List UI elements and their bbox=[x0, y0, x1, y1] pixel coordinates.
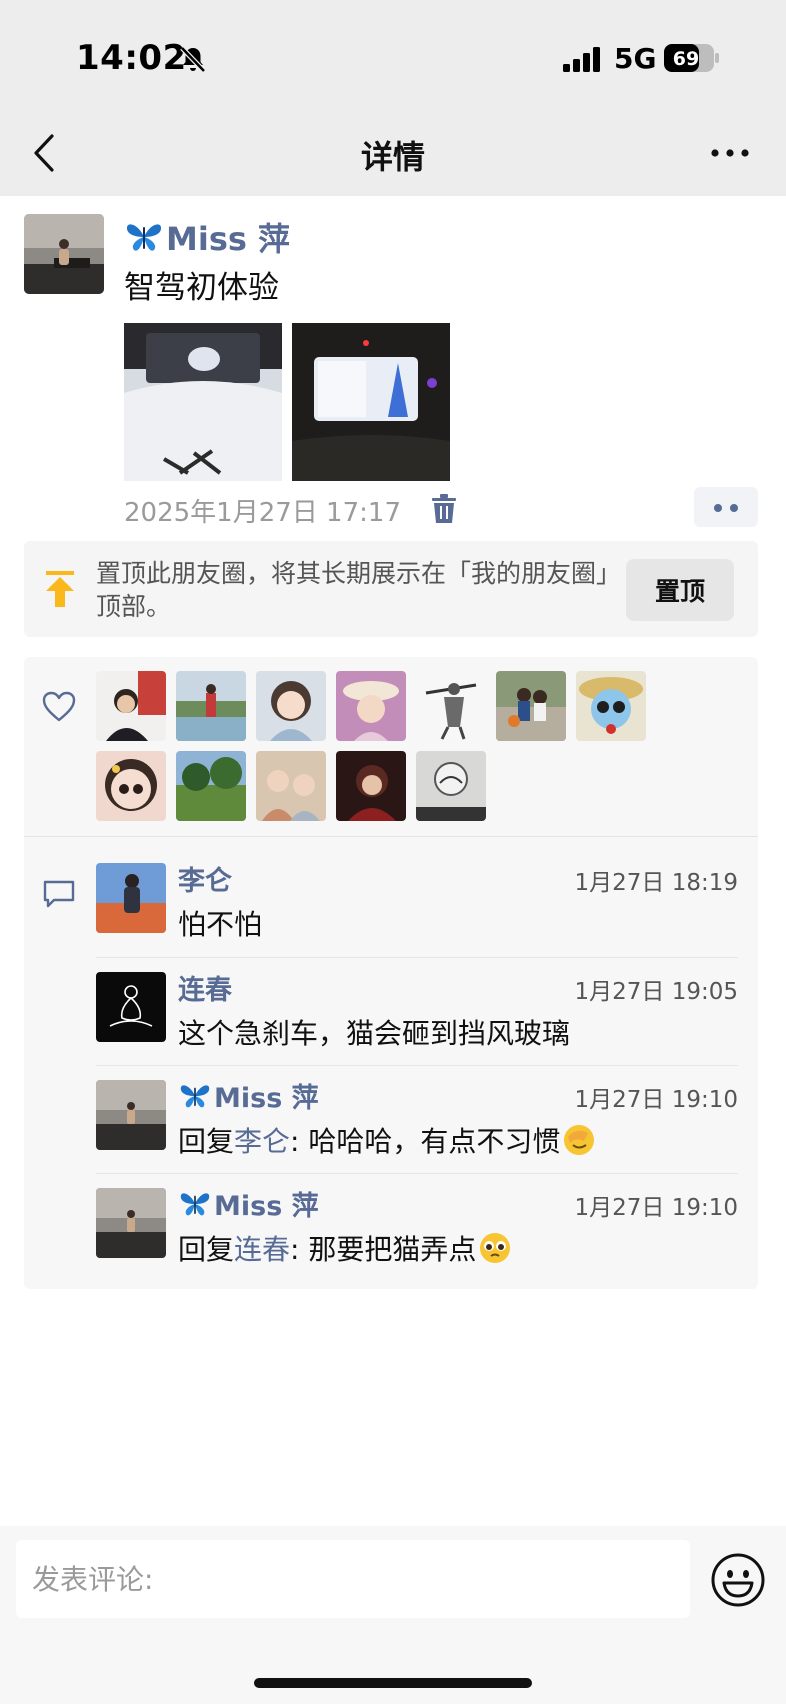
post-text: 智驾初体验 bbox=[124, 270, 279, 306]
reply-target-name[interactable]: 连春 bbox=[234, 1233, 290, 1266]
commenter-name-text: Miss 萍 bbox=[214, 1083, 319, 1114]
moment-post: Miss 萍 智驾初体验 2025年1月27日 17:17 置顶此朋友圈，将其长… bbox=[0, 196, 786, 1526]
liker-avatar[interactable] bbox=[416, 671, 486, 741]
commenter-avatar[interactable] bbox=[96, 972, 166, 1042]
liker-avatar[interactable] bbox=[176, 671, 246, 741]
comment-item[interactable]: 李仑 1月27日 18:19 怕不怕 bbox=[96, 849, 738, 957]
author-name-text: Miss 萍 bbox=[166, 220, 291, 258]
post-timestamp: 2025年1月27日 17:17 bbox=[124, 498, 401, 528]
status-time: 14:02 bbox=[76, 38, 187, 78]
liker-avatar[interactable] bbox=[336, 671, 406, 741]
commenter-name[interactable]: Miss 萍 bbox=[178, 1184, 319, 1223]
comment-list: 李仑 1月27日 18:19 怕不怕 连春 1月27日 19:05 这个急刹车，… bbox=[96, 849, 738, 1281]
post-photo-1[interactable] bbox=[124, 323, 282, 481]
battery-icon: 69 bbox=[664, 44, 719, 72]
comment-time: 1月27日 19:10 bbox=[574, 1087, 739, 1113]
likes-and-comments: 李仑 1月27日 18:19 怕不怕 连春 1月27日 19:05 这个急刹车，… bbox=[24, 657, 758, 1289]
more-options-button[interactable] bbox=[710, 138, 750, 168]
liker-avatar[interactable] bbox=[496, 671, 566, 741]
comment-composer bbox=[0, 1526, 786, 1704]
pin-to-top-icon bbox=[46, 571, 74, 607]
commenter-name[interactable]: 连春 bbox=[178, 968, 232, 1007]
home-indicator bbox=[254, 1678, 532, 1688]
cellular-signal-icon bbox=[563, 47, 600, 72]
comment-item[interactable]: Miss 萍 1月27日 19:10 回复李仑: 哈哈哈，有点不习惯 bbox=[96, 1065, 738, 1173]
pin-button[interactable]: 置顶 bbox=[626, 559, 734, 621]
reply-prefix: 回复 bbox=[178, 1233, 235, 1266]
butterfly-icon bbox=[180, 1192, 210, 1215]
commenter-avatar[interactable] bbox=[96, 1080, 166, 1150]
likers-grid bbox=[96, 671, 656, 821]
pin-banner-text: 置顶此朋友圈，将其长期展示在「我的朋友圈」顶部。 bbox=[96, 559, 609, 621]
liker-avatar[interactable] bbox=[336, 751, 406, 821]
commenter-name-text: Miss 萍 bbox=[214, 1191, 319, 1222]
top-header: 14:02 5G 69 详情 bbox=[0, 0, 786, 196]
reply-body: : 哈哈哈，有点不习惯 bbox=[290, 1125, 561, 1158]
menu-dot bbox=[730, 504, 738, 512]
comment-time: 1月27日 18:19 bbox=[574, 870, 739, 896]
liker-avatar[interactable] bbox=[256, 671, 326, 741]
commenter-avatar[interactable] bbox=[96, 1188, 166, 1258]
comment-text: 这个急刹车，猫会砸到挡风玻璃 bbox=[178, 1017, 571, 1050]
status-bar: 14:02 5G 69 bbox=[0, 0, 786, 110]
comment-input[interactable] bbox=[16, 1540, 690, 1618]
commenter-avatar[interactable] bbox=[96, 863, 166, 933]
pin-banner: 置顶此朋友圈，将其长期展示在「我的朋友圈」顶部。 置顶 bbox=[24, 541, 758, 637]
reply-body: : 那要把猫弄点 bbox=[290, 1233, 477, 1266]
author-avatar[interactable] bbox=[24, 214, 104, 294]
commenter-name[interactable]: 李仑 bbox=[178, 859, 232, 898]
comment-text: 怕不怕 bbox=[178, 908, 263, 941]
liker-avatar[interactable] bbox=[176, 751, 246, 821]
liker-avatar[interactable] bbox=[256, 751, 326, 821]
divider bbox=[24, 836, 758, 837]
butterfly-icon bbox=[180, 1084, 210, 1107]
commenter-name[interactable]: Miss 萍 bbox=[178, 1076, 319, 1115]
page-title: 详情 bbox=[360, 138, 425, 176]
menu-dot bbox=[714, 504, 722, 512]
like-comment-menu-button[interactable] bbox=[694, 487, 758, 527]
comment-item[interactable]: 连春 1月27日 19:05 这个急刹车，猫会砸到挡风玻璃 bbox=[96, 957, 738, 1065]
comment-time: 1月27日 19:05 bbox=[574, 979, 739, 1005]
comment-text: 回复连春: 那要把猫弄点 bbox=[178, 1228, 512, 1268]
emoji-picker-button[interactable] bbox=[710, 1552, 766, 1608]
pleading-face-emoji-icon bbox=[480, 1233, 511, 1263]
delete-icon[interactable] bbox=[430, 494, 458, 524]
butterfly-icon bbox=[126, 224, 162, 251]
bell-muted-icon bbox=[180, 46, 206, 73]
comment-text: 回复李仑: 哈哈哈，有点不习惯 bbox=[178, 1120, 596, 1160]
comment-icon bbox=[43, 880, 75, 908]
battery-level: 69 bbox=[673, 48, 699, 70]
navigation-bar: 详情 bbox=[0, 110, 786, 196]
liker-avatar[interactable] bbox=[576, 671, 646, 741]
facepalm-emoji-icon bbox=[564, 1125, 595, 1155]
post-photo-2[interactable] bbox=[292, 323, 450, 481]
liker-avatar[interactable] bbox=[96, 751, 166, 821]
comment-item[interactable]: Miss 萍 1月27日 19:10 回复连春: 那要把猫弄点 bbox=[96, 1173, 738, 1281]
reply-prefix: 回复 bbox=[178, 1125, 235, 1158]
author-name[interactable]: Miss 萍 bbox=[124, 214, 290, 260]
heart-icon bbox=[42, 691, 76, 722]
liker-avatar[interactable] bbox=[416, 751, 486, 821]
liker-avatar[interactable] bbox=[96, 671, 166, 741]
comment-time: 1月27日 19:10 bbox=[574, 1195, 739, 1221]
reply-target-name[interactable]: 李仑 bbox=[234, 1125, 290, 1158]
network-type: 5G bbox=[614, 42, 657, 75]
